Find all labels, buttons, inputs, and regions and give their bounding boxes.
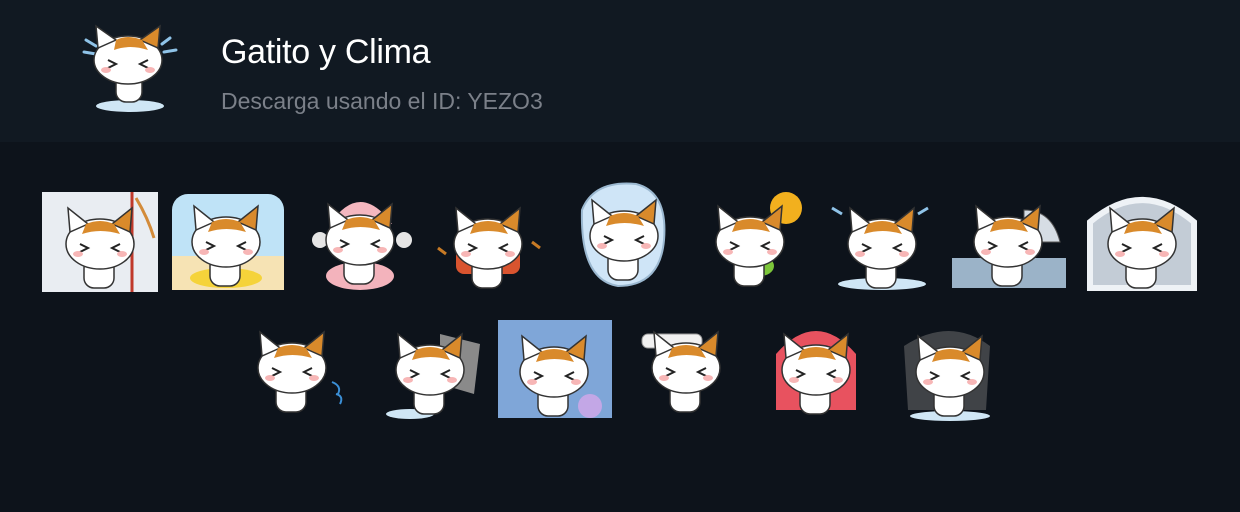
pack-download-id: Descarga usando el ID: YEZO3 — [221, 88, 543, 114]
sticker-grid — [0, 180, 1240, 440]
sticker-cat-sneezing[interactable] — [232, 312, 352, 424]
sticker-cat-fever-cloth[interactable] — [626, 312, 746, 424]
sticker-cat-rain-flowers[interactable] — [494, 316, 614, 428]
sticker-cat-red-hood[interactable] — [756, 314, 876, 426]
sticker-cat-frozen-ice[interactable] — [564, 180, 684, 292]
sticker-cat-beach-float[interactable] — [166, 186, 286, 298]
pack-icon — [78, 20, 186, 120]
sticker-cat-windy[interactable] — [370, 314, 490, 426]
sticker-cat-window-rain[interactable] — [1082, 188, 1202, 300]
pack-title: Gatito y Clima — [221, 33, 431, 71]
sticker-cat-pink-hat-cocoa[interactable] — [300, 184, 420, 296]
sticker-cat-winter-window[interactable] — [40, 188, 160, 300]
sticker-cat-storm[interactable] — [890, 316, 1010, 428]
pack-header: Gatito y Clima Descarga usando el ID: YE… — [0, 0, 1240, 142]
sticker-cat-hot-sun[interactable] — [690, 186, 810, 298]
sticker-cat-scarf-autumn[interactable] — [428, 188, 548, 300]
sticker-cat-shivering[interactable] — [822, 188, 942, 300]
sticker-cat-umbrella-rain[interactable] — [948, 186, 1068, 298]
